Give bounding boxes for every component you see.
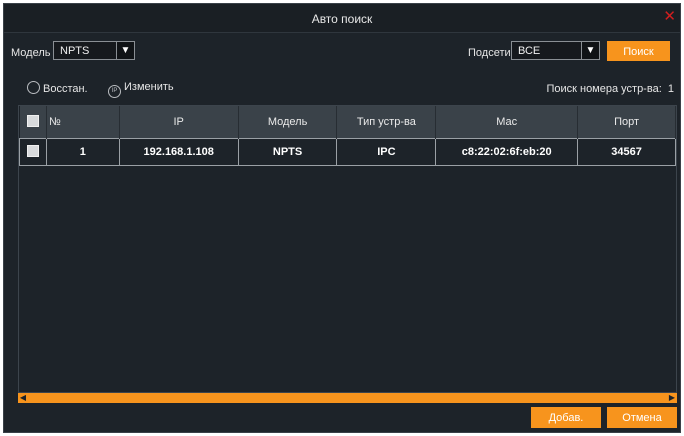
cell-mac: c8:22:02:6f:eb:20 bbox=[435, 138, 579, 166]
column-header-model[interactable]: Модель bbox=[238, 106, 338, 139]
column-header-port[interactable]: Порт bbox=[577, 106, 676, 139]
device-count-value: 1 bbox=[667, 83, 674, 95]
column-header-no[interactable]: № bbox=[46, 106, 120, 139]
column-header-mac[interactable]: Mac bbox=[435, 106, 579, 139]
model-select[interactable]: NPTS ▼ bbox=[53, 41, 135, 60]
scroll-left-icon[interactable]: ◀ bbox=[18, 393, 28, 403]
chevron-down-icon[interactable]: ▼ bbox=[581, 42, 599, 59]
auto-search-dialog: Авто поиск ✕ Модель NPTS ▼ Подсети ВСЕ ▼… bbox=[3, 3, 681, 433]
cell-ip: 192.168.1.108 bbox=[118, 138, 239, 166]
restore-label: Восстан. bbox=[43, 83, 88, 95]
change-ip-button[interactable]: IP Изменить bbox=[108, 81, 174, 98]
cell-no: 1 bbox=[45, 138, 120, 166]
row-checkbox-cell[interactable] bbox=[19, 138, 47, 166]
chevron-down-icon[interactable]: ▼ bbox=[116, 42, 134, 59]
device-table: № IP Модель Тип устр-ва Mac Порт 1 192.1… bbox=[18, 105, 677, 393]
add-button[interactable]: Добав. bbox=[531, 407, 601, 428]
model-label: Модель bbox=[11, 47, 51, 59]
close-icon[interactable]: ✕ bbox=[663, 9, 676, 24]
subnet-label: Подсети bbox=[468, 47, 511, 59]
cell-type: IPC bbox=[336, 138, 437, 166]
cell-model: NPTS bbox=[237, 138, 338, 166]
subnet-select-value: ВСЕ bbox=[518, 45, 541, 57]
table-row[interactable]: 1 192.168.1.108 NPTS IPC c8:22:02:6f:eb:… bbox=[19, 138, 676, 166]
scroll-right-icon[interactable]: ▶ bbox=[667, 393, 677, 403]
device-count: Поиск номера устр-ва: 1 bbox=[546, 83, 674, 95]
subnet-select[interactable]: ВСЕ ▼ bbox=[511, 41, 600, 60]
column-header-ip[interactable]: IP bbox=[119, 106, 239, 139]
search-button[interactable]: Поиск bbox=[607, 41, 670, 61]
dialog-title: Авто поиск bbox=[311, 12, 373, 26]
model-select-value: NPTS bbox=[60, 45, 90, 57]
select-all-header[interactable] bbox=[19, 106, 47, 139]
cancel-button[interactable]: Отмена bbox=[607, 407, 677, 428]
select-all-checkbox[interactable] bbox=[26, 114, 39, 127]
restore-button[interactable]: Восстан. bbox=[27, 81, 88, 95]
device-table-grid: № IP Модель Тип устр-ва Mac Порт 1 192.1… bbox=[19, 106, 676, 166]
horizontal-scrollbar[interactable]: ◀ ▶ bbox=[18, 393, 677, 403]
column-header-type[interactable]: Тип устр-ва bbox=[336, 106, 437, 139]
title-bar: Авто поиск ✕ bbox=[4, 4, 680, 33]
device-count-label: Поиск номера устр-ва: bbox=[546, 83, 662, 95]
change-label: Изменить bbox=[124, 81, 174, 93]
cell-port: 34567 bbox=[577, 138, 676, 166]
refresh-icon bbox=[27, 81, 40, 94]
table-header-row: № IP Модель Тип устр-ва Mac Порт bbox=[19, 106, 676, 139]
row-checkbox[interactable] bbox=[26, 144, 39, 157]
ip-icon: IP bbox=[108, 85, 121, 98]
